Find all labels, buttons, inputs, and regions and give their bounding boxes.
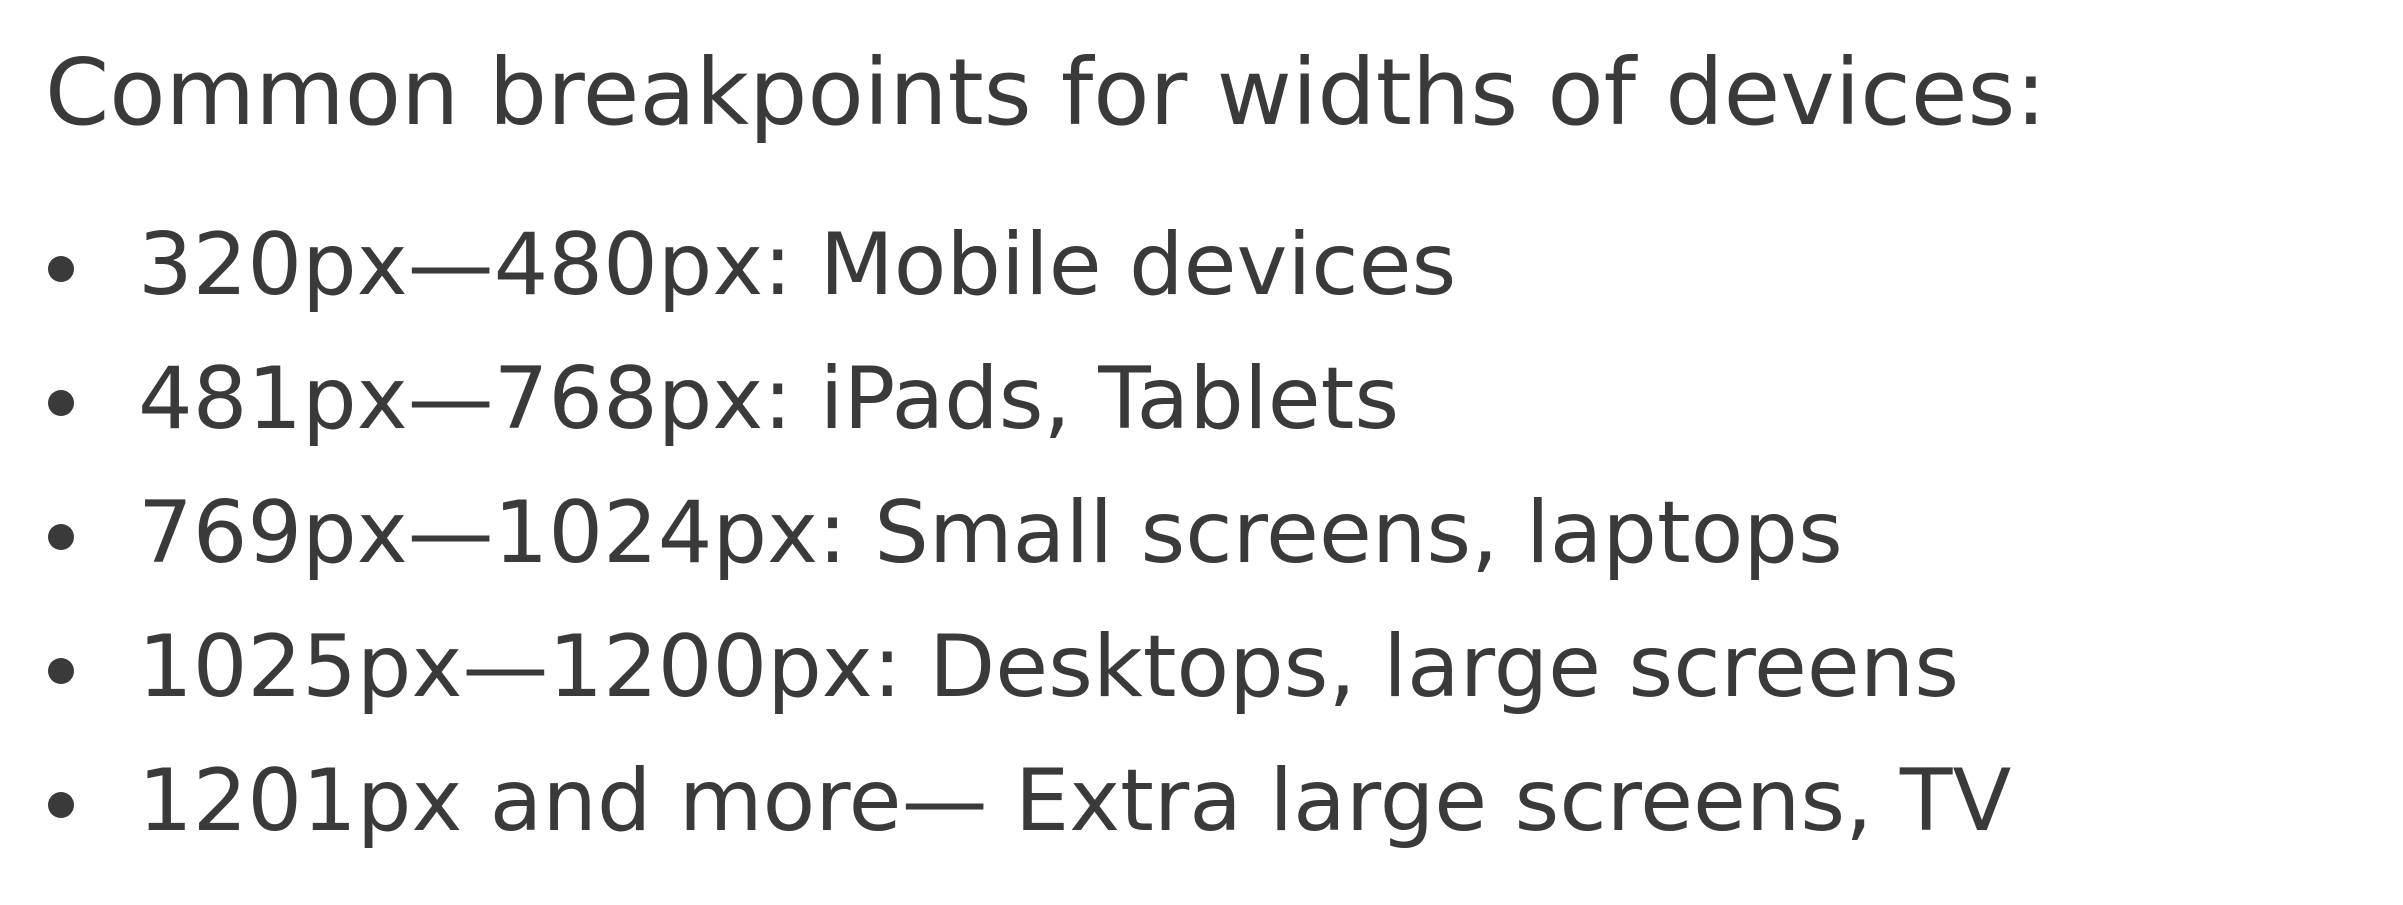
list-item-text: 320px—480px: Mobile devices — [138, 215, 1457, 315]
list-item-text: 1025px—1200px: Desktops, large screens — [138, 617, 1960, 717]
list-item-text: 1201px and more— Extra large screens, TV — [138, 751, 2012, 851]
list-item-text: 481px—768px: iPads, Tablets — [138, 349, 1400, 449]
bullet-icon — [48, 390, 74, 416]
document-content: Common breakpoints for widths of devices… — [0, 0, 2403, 905]
bullet-icon — [48, 524, 74, 550]
bullet-icon — [48, 658, 74, 684]
bullet-icon — [48, 792, 74, 818]
page-heading: Common breakpoints for widths of devices… — [45, 39, 2047, 146]
bullet-icon — [48, 256, 74, 282]
list-item-text: 769px—1024px: Small screens, laptops — [138, 483, 1843, 583]
